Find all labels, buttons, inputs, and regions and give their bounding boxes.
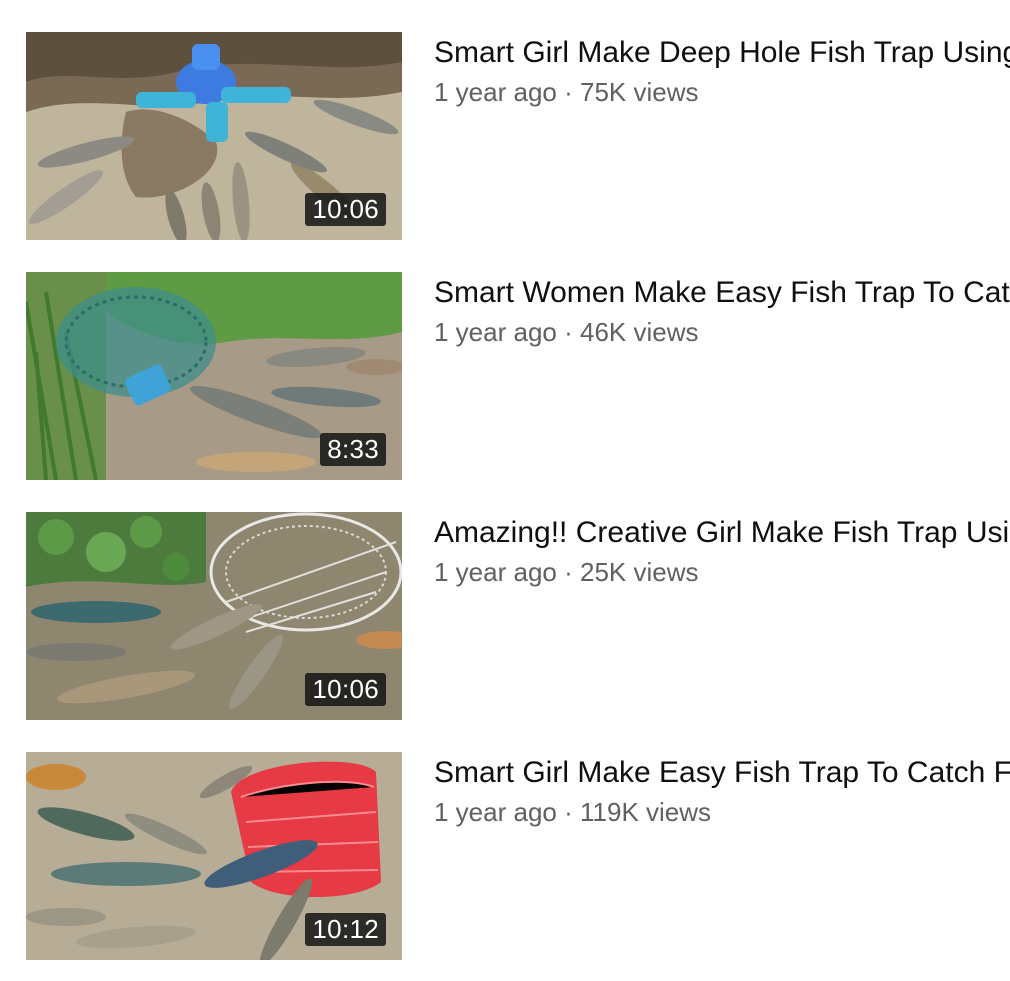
video-title[interactable]: Smart Women Make Easy Fish Trap To Catch… [434,274,1010,312]
video-title[interactable]: Smart Girl Make Easy Fish Trap To Catch … [434,754,1010,792]
upload-age: 1 year ago [434,797,557,827]
meta-separator: · [564,317,573,347]
meta-separator: · [564,557,573,587]
upload-age: 1 year ago [434,77,557,107]
video-item[interactable]: 10:06 Amazing!! Creative Girl Make Fish … [0,512,1010,722]
video-item[interactable]: 8:33 Smart Women Make Easy Fish Trap To … [0,272,1010,482]
video-title[interactable]: Amazing!! Creative Girl Make Fish Trap U… [434,514,1010,552]
video-list: 10:06 Smart Girl Make Deep Hole Fish Tra… [0,0,1010,981]
meta-separator: · [564,77,573,107]
video-duration: 10:06 [305,193,386,226]
video-meta: 1 year ago · 25K views [434,556,699,588]
video-item[interactable]: 10:06 Smart Girl Make Deep Hole Fish Tra… [0,32,1010,242]
meta-separator: · [564,797,573,827]
view-count: 119K views [580,797,712,827]
video-title[interactable]: Smart Girl Make Deep Hole Fish Trap Usin… [434,34,1010,72]
view-count: 75K views [580,77,699,107]
video-duration: 10:12 [305,913,386,946]
video-item[interactable]: 10:12 Smart Girl Make Easy Fish Trap To … [0,752,1010,962]
upload-age: 1 year ago [434,317,557,347]
video-meta: 1 year ago · 75K views [434,76,699,108]
upload-age: 1 year ago [434,557,557,587]
view-count: 46K views [580,317,699,347]
video-duration: 8:33 [320,433,386,466]
video-thumbnail[interactable]: 10:06 [26,512,402,720]
video-thumbnail[interactable]: 10:06 [26,32,402,240]
video-thumbnail[interactable]: 8:33 [26,272,402,480]
video-thumbnail[interactable]: 10:12 [26,752,402,960]
video-duration: 10:06 [305,673,386,706]
view-count: 25K views [580,557,699,587]
video-meta: 1 year ago · 119K views [434,796,711,828]
video-meta: 1 year ago · 46K views [434,316,699,348]
